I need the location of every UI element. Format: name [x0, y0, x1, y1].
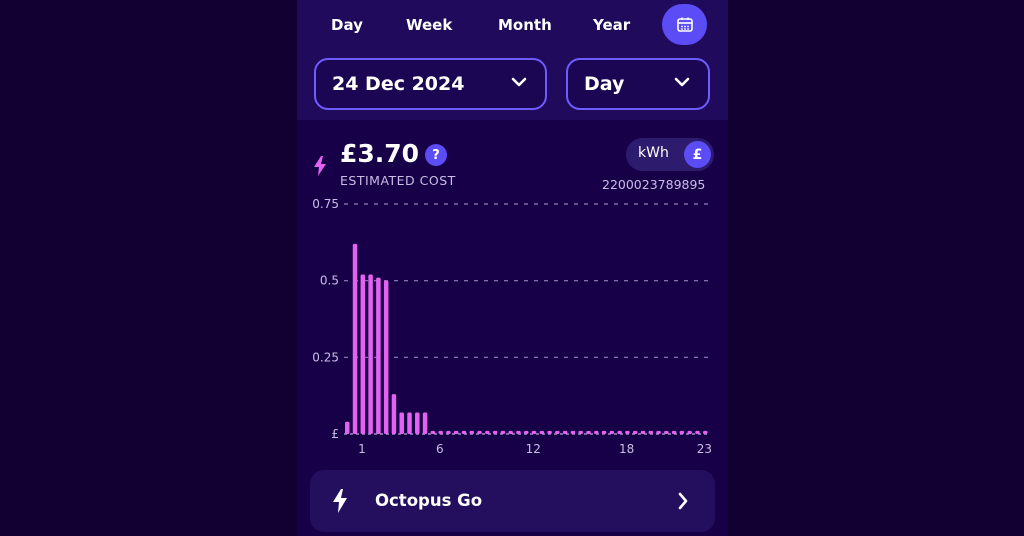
chart-bar[interactable] — [508, 430, 513, 434]
chart-bar[interactable] — [407, 412, 412, 434]
chart-bar[interactable] — [500, 430, 506, 434]
chart-bar[interactable] — [625, 430, 630, 434]
chart-bar[interactable] — [415, 412, 420, 434]
chart-bar[interactable] — [485, 430, 490, 434]
y-tick-label: 0.25 — [312, 350, 339, 364]
chart-bar[interactable] — [524, 430, 529, 434]
chart-bar[interactable] — [695, 430, 700, 434]
chart-bar[interactable] — [703, 430, 708, 434]
estimated-cost-label: ESTIMATED COST — [340, 173, 456, 188]
period-select-value: Day — [584, 73, 625, 95]
x-tick-label: 12 — [526, 442, 541, 456]
lightning-bolt-icon — [333, 489, 347, 513]
chart-bar[interactable] — [383, 280, 389, 434]
tab-day[interactable]: Day — [331, 15, 363, 35]
chart-bar[interactable] — [539, 430, 545, 434]
chart-bar[interactable] — [376, 277, 381, 434]
chart-bar[interactable] — [391, 394, 397, 434]
chart-bar[interactable] — [601, 430, 607, 434]
chart-bar[interactable] — [352, 243, 358, 434]
y-tick-label: 0.5 — [320, 274, 339, 288]
chart-bar[interactable] — [492, 430, 498, 434]
chart-bar[interactable] — [477, 430, 482, 434]
chart-bar[interactable] — [664, 430, 669, 434]
tariff-name: Octopus Go — [375, 491, 483, 510]
chart-bar[interactable] — [586, 430, 591, 434]
chart-bar[interactable] — [570, 430, 576, 434]
chart-bar[interactable] — [578, 430, 583, 434]
chart-bar[interactable] — [656, 430, 661, 434]
chart-bar[interactable] — [438, 430, 443, 434]
date-select[interactable]: 24 Dec 2024 — [314, 58, 547, 110]
tab-month[interactable]: Month — [498, 15, 552, 35]
chart-bar[interactable] — [345, 421, 350, 434]
lightning-bolt-icon — [314, 156, 326, 176]
chart-bar[interactable] — [555, 430, 560, 434]
chart-bar[interactable] — [453, 430, 459, 434]
chart-bar[interactable] — [671, 430, 677, 434]
usage-chart: £0.25 0.5 0.75 1 6 12 18 23 — [312, 197, 712, 456]
chart-bar[interactable] — [531, 430, 537, 434]
date-select-value: 24 Dec 2024 — [332, 73, 465, 95]
calendar-icon — [676, 17, 693, 32]
estimated-cost-value: £3.70 — [340, 139, 420, 168]
chart-bar[interactable] — [648, 430, 654, 434]
chart-bar[interactable] — [469, 430, 475, 434]
unit-gbp-option[interactable]: £ — [684, 141, 711, 168]
chart-bar[interactable] — [632, 430, 638, 434]
chart-bar[interactable] — [562, 430, 568, 434]
chart-bar[interactable] — [399, 412, 404, 434]
chart-bar[interactable] — [679, 430, 685, 434]
chart-bar[interactable] — [430, 430, 436, 434]
y-tick-label: £ — [331, 427, 339, 441]
chart-bar[interactable] — [360, 274, 366, 434]
chevron-down-icon — [511, 77, 527, 87]
tab-year[interactable]: Year — [593, 15, 630, 35]
unit-toggle[interactable]: kWh £ — [626, 138, 714, 171]
tab-week[interactable]: Week — [406, 15, 452, 35]
x-tick-label: 6 — [436, 442, 444, 456]
chart-bar[interactable] — [594, 430, 599, 434]
tariff-card[interactable]: Octopus Go — [310, 470, 715, 532]
x-tick-label: 18 — [619, 442, 634, 456]
energy-panel: Day Week Month Year 24 Dec 2024 Day £3.7… — [297, 0, 728, 536]
chart-bar[interactable] — [461, 430, 467, 434]
chart-bar[interactable] — [547, 430, 552, 434]
help-button[interactable]: ? — [425, 144, 447, 166]
calendar-button[interactable] — [662, 4, 707, 45]
chevron-down-icon — [674, 77, 690, 87]
chart-bar[interactable] — [687, 430, 692, 434]
period-header: Day Week Month Year 24 Dec 2024 Day — [297, 0, 728, 120]
chart-bar[interactable] — [609, 430, 615, 434]
chart-bar[interactable] — [446, 430, 451, 434]
period-select[interactable]: Day — [566, 58, 710, 110]
chart-bar[interactable] — [368, 274, 373, 434]
chart-bar[interactable] — [422, 412, 428, 434]
chart-bar[interactable] — [516, 430, 521, 434]
x-tick-label: 1 — [358, 442, 366, 456]
chart-bar[interactable] — [617, 430, 622, 434]
chart-bar[interactable] — [640, 430, 646, 434]
unit-kwh-option[interactable]: kWh — [638, 145, 669, 161]
y-tick-label: 0.75 — [312, 197, 339, 211]
x-tick-label: 23 — [697, 442, 712, 456]
chevron-right-icon — [678, 492, 688, 510]
